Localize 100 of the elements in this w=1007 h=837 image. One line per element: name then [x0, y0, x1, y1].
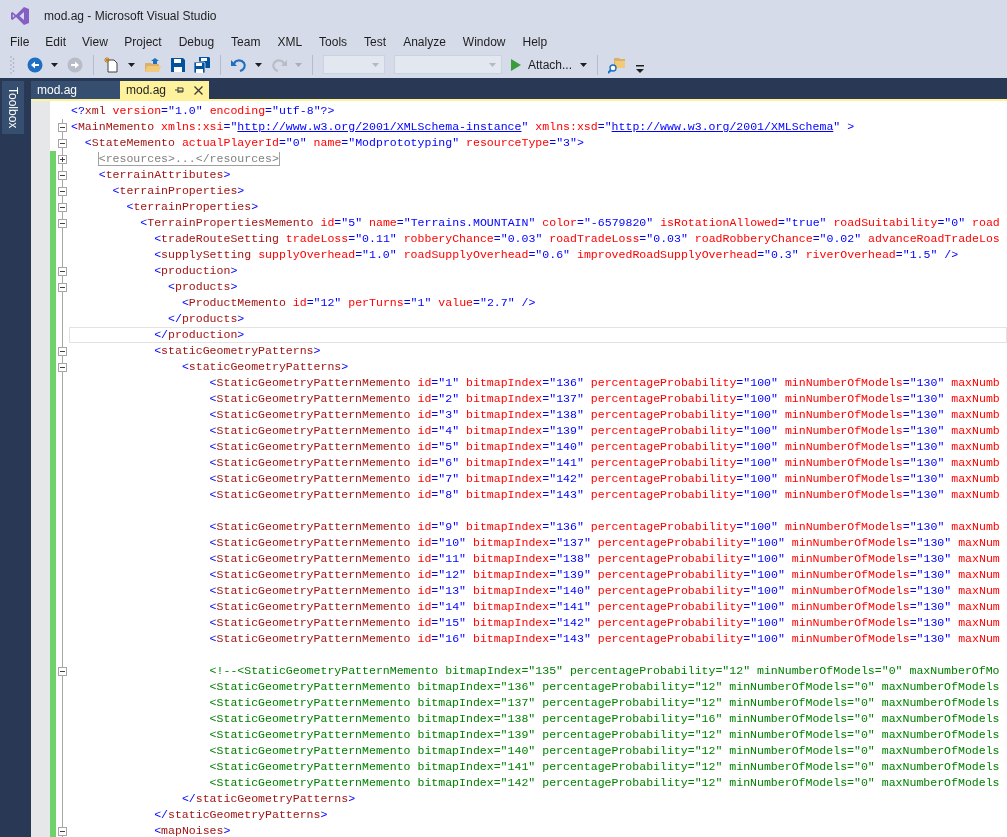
- code-text: <MainMemento xmlns:xsi=": [71, 120, 238, 133]
- caret-icon: [372, 62, 379, 67]
- code-text: <?xml version="1.0" encoding="utf-8"?>: [71, 104, 335, 117]
- code-text: <terrainProperties>: [126, 200, 259, 213]
- close-icon[interactable]: [194, 85, 203, 95]
- collapse-icon[interactable]: [58, 218, 67, 228]
- window-title: mod.ag - Microsoft Visual Studio: [44, 9, 217, 23]
- code-text: <tradeRouteSetting tradeLoss="0.11" robberyChance="0.03" roadTradeLoss="0.03" roadRobberyChance="0.02" advanceRoadTradeLos: [154, 232, 1000, 245]
- code-text: " >: [833, 120, 855, 133]
- collapse-icon[interactable]: [58, 266, 67, 276]
- code-text: <ProductMemento id="12" perTurns="1" value="2.7" />: [181, 296, 536, 309]
- new-document-icon: [104, 56, 120, 73]
- code-text: <supplySetting supplyOverhead="1.0" roadSupplyOverhead="0.6" improvedRoadSupplyOverhead="0.3" riverOverhead="1.5" />: [154, 248, 959, 261]
- code-text: <StaticGeometryPatternMemento id="16" bitmapIndex="143" percentageProbability="100" minNumberOfModels="130" maxNum: [209, 632, 1000, 645]
- menu-item[interactable]: File: [2, 34, 38, 49]
- pin-icon[interactable]: [175, 85, 185, 95]
- code-text: <StaticGeometryPatternMemento id="3" bitmapIndex="138" percentageProbability="100" minNumberOfModels="130" maxNumb: [209, 408, 1000, 421]
- open-folder-icon: [144, 56, 162, 73]
- collapse-icon[interactable]: [58, 346, 67, 356]
- collapse-icon[interactable]: [58, 170, 67, 180]
- comment-text: <StaticGeometryPatternMemento bitmapIndex="138" percentageProbability="16" minNumberOfModels="0" maxNumberOfModels: [209, 712, 1000, 725]
- toolbox-tab[interactable]: Toolbox: [2, 81, 24, 135]
- toolbar-overflow-icon[interactable]: [636, 64, 645, 73]
- code-text: <StaticGeometryPatternMemento id="12" bitmapIndex="139" percentageProbability="100" minNumberOfModels="130" maxNum: [209, 568, 1000, 581]
- undo-icon: [231, 56, 247, 73]
- code-text: <StaticGeometryPatternMemento id="5" bitmapIndex="140" percentageProbability="100" minNumberOfModels="130" maxNumb: [209, 440, 1000, 453]
- menu-item[interactable]: Debug: [170, 34, 223, 49]
- code-text: <production>: [154, 264, 238, 277]
- code-text: <staticGeometryPatterns>: [181, 360, 349, 373]
- tab-title: mod.ag: [37, 83, 78, 97]
- code-text: <StaticGeometryPatternMemento id="4" bitmapIndex="139" percentageProbability="100" minNumberOfModels="130" maxNumb: [209, 424, 1000, 437]
- code-text: </staticGeometryPatterns>: [181, 792, 356, 805]
- menu-item[interactable]: XML: [268, 34, 311, 49]
- expand-icon[interactable]: [58, 154, 67, 164]
- dropdown-arrow-icon[interactable]: [51, 62, 58, 67]
- dropdown-arrow-icon[interactable]: [128, 62, 135, 67]
- code-text: </products>: [168, 312, 245, 325]
- code-text: " xmlns:xsd=": [521, 120, 612, 133]
- code-text: <StateMemento actualPlayerId="0" name="Modprototyping" resourceType="3">: [84, 136, 584, 149]
- collapsed-region[interactable]: <resources>...</resources>: [97, 152, 280, 166]
- dropdown-arrow-icon[interactable]: [580, 62, 588, 67]
- menu-item[interactable]: View: [74, 34, 116, 49]
- logo-icon: [10, 6, 30, 26]
- code-text: <StaticGeometryPatternMemento id="11" bitmapIndex="138" percentageProbability="100" minNumberOfModels="130" maxNum: [209, 552, 1000, 565]
- toolbar-grip[interactable]: [10, 54, 15, 75]
- collapse-icon[interactable]: [58, 282, 67, 292]
- code-text: <StaticGeometryPatternMemento id="6" bitmapIndex="141" percentageProbability="100" minNumberOfModels="130" maxNumb: [209, 456, 1000, 469]
- collapse-icon[interactable]: [58, 138, 67, 148]
- save-icon: [171, 57, 185, 72]
- schema-link[interactable]: http://www.w3.org/2001/XMLSchema-instance: [237, 120, 522, 133]
- save-all-icon: [194, 56, 210, 73]
- code-text: <staticGeometryPatterns>: [154, 344, 321, 357]
- schema-link[interactable]: http://www.w3.org/2001/XMLSchema: [611, 120, 834, 133]
- menu-item[interactable]: Team: [222, 34, 269, 49]
- code-text: <products>: [168, 280, 238, 293]
- code-text: <mapNoises>: [154, 824, 231, 837]
- comment-text: <StaticGeometryPatternMemento bitmapIndex="139" percentageProbability="12" minNumberOfModels="0" maxNumberOfModels: [209, 728, 1000, 741]
- menu-item[interactable]: Window: [454, 34, 514, 49]
- comment-text: <StaticGeometryPatternMemento bitmapIndex="136" percentageProbability="12" minNumberOfModels="0" maxNumberOfModels: [209, 680, 1000, 693]
- dropdown-arrow-icon[interactable]: [255, 62, 262, 67]
- collapse-icon[interactable]: [58, 122, 67, 132]
- menu-item[interactable]: Tools: [310, 34, 356, 49]
- caret-icon: [489, 62, 496, 67]
- code-text: </production>: [154, 328, 245, 341]
- code-text: <StaticGeometryPatternMemento id="7" bitmapIndex="142" percentageProbability="100" minNumberOfModels="130" maxNumb: [209, 472, 1000, 485]
- code-text: <StaticGeometryPatternMemento id="13" bitmapIndex="140" percentageProbability="100" minNumberOfModels="130" maxNum: [209, 584, 1000, 597]
- collapse-icon[interactable]: [58, 186, 67, 196]
- comment-text: <StaticGeometryPatternMemento bitmapIndex="140" percentageProbability="12" minNumberOfModels="0" maxNumberOfModels: [209, 744, 1000, 757]
- code-text: <StaticGeometryPatternMemento id="9" bitmapIndex="136" percentageProbability="100" minNumberOfModels="130" maxNumb: [209, 520, 1000, 533]
- code-text: <terrainProperties>: [112, 184, 245, 197]
- menu-item[interactable]: Analyze: [394, 34, 455, 49]
- comment-text: <StaticGeometryPatternMemento bitmapIndex="141" percentageProbability="12" minNumberOfModels="0" maxNumberOfModels: [209, 760, 1000, 773]
- collapse-icon[interactable]: [58, 202, 67, 212]
- menu-item[interactable]: Help: [514, 34, 556, 49]
- code-text: <StaticGeometryPatternMemento id="14" bitmapIndex="141" percentageProbability="100" minNumberOfModels="130" maxNum: [209, 600, 1000, 613]
- menu-item[interactable]: Test: [355, 34, 395, 49]
- comment-text: <StaticGeometryPatternMemento bitmapIndex="137" percentageProbability="12" minNumberOfModels="0" maxNumberOfModels: [209, 696, 1000, 709]
- find-in-files-icon: [608, 55, 627, 74]
- comment-text: <StaticGeometryPatternMemento bitmapIndex="142" percentageProbability="12" minNumberOfModels="0" maxNumberOfModels: [209, 776, 1000, 789]
- collapse-icon[interactable]: [58, 826, 67, 836]
- comment-text: <!--<StaticGeometryPatternMemento bitmapIndex="135" percentageProbability="12" minNumberOfModels="0" maxNumberOfMo: [209, 664, 1000, 677]
- code-text: <StaticGeometryPatternMemento id="10" bitmapIndex="137" percentageProbability="100" minNumberOfModels="130" maxNum: [209, 536, 1000, 549]
- redo-icon: [271, 56, 287, 73]
- code-text: <StaticGeometryPatternMemento id="15" bitmapIndex="142" percentageProbability="100" minNumberOfModels="130" maxNum: [209, 616, 1000, 629]
- play-icon: [511, 58, 521, 71]
- menu-item[interactable]: Project: [115, 34, 171, 49]
- code-text: </staticGeometryPatterns>: [154, 808, 328, 821]
- collapse-icon[interactable]: [58, 362, 67, 372]
- code-text: <StaticGeometryPatternMemento id="2" bitmapIndex="137" percentageProbability="100" minNumberOfModels="130" maxNumb: [209, 392, 1000, 405]
- save-all-button[interactable]: [191, 54, 213, 75]
- save-button[interactable]: [168, 55, 188, 74]
- menu-item[interactable]: Edit: [37, 34, 75, 49]
- collapse-icon[interactable]: [58, 666, 67, 676]
- code-text: <terrainAttributes>: [98, 168, 231, 181]
- code-text: <StaticGeometryPatternMemento id="1" bitmapIndex="136" percentageProbability="100" minNumberOfModels="130" maxNumb: [209, 376, 1000, 389]
- document-tab[interactable]: mod.ag: [31, 81, 120, 99]
- attach-button[interactable]: Attach...: [508, 55, 576, 74]
- code-text: <StaticGeometryPatternMemento id="8" bitmapIndex="143" percentageProbability="100" minNumberOfModels="130" maxNumb: [209, 488, 1000, 501]
- document-tab[interactable]: mod.ag: [120, 81, 209, 99]
- code-text: <TerrainPropertiesMemento id="5" name="Terrains.MOUNTAIN" color="-6579820" isRotationAllowed="true" roadSuitability="0" road: [140, 216, 1000, 229]
